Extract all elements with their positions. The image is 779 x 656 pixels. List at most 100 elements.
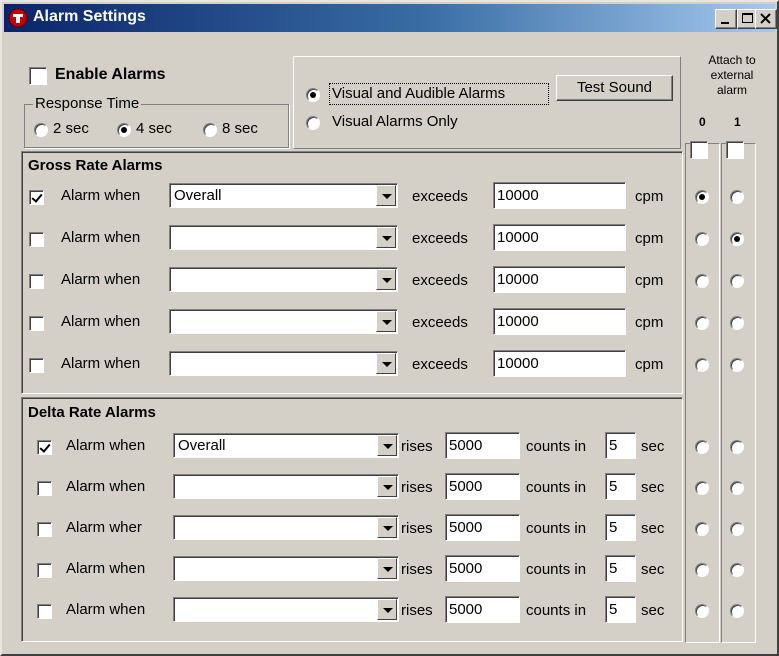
gross-external-0-radio[interactable] xyxy=(695,274,709,288)
gross-unit-label: cpm xyxy=(635,314,664,331)
gross-row-checkbox[interactable] xyxy=(29,358,44,373)
delta-external-1-radio[interactable] xyxy=(730,563,744,577)
delta-rises-label: rises xyxy=(401,520,433,537)
external-col0-label: 0 xyxy=(699,115,706,129)
external-heading-line1: Attach to xyxy=(708,53,756,67)
delta-unit-label: sec xyxy=(641,602,665,619)
delta-unit-label: sec xyxy=(641,438,665,455)
delta-external-0-radio[interactable] xyxy=(695,604,709,618)
gross-source-dropdown[interactable] xyxy=(169,309,398,334)
gross-threshold-input[interactable]: 10000 xyxy=(493,308,626,335)
gross-external-0-radio[interactable] xyxy=(695,358,709,372)
delta-external-1-radio[interactable] xyxy=(730,522,744,536)
chevron-down-icon[interactable] xyxy=(376,311,396,332)
visual-audible-radio[interactable] xyxy=(306,88,320,102)
test-sound-button[interactable]: Test Sound xyxy=(556,75,673,101)
delta-seconds-input[interactable]: 5 xyxy=(605,473,636,500)
gross-external-1-radio[interactable] xyxy=(730,274,744,288)
delta-external-0-radio[interactable] xyxy=(695,563,709,577)
gross-external-1-radio[interactable] xyxy=(730,358,744,372)
delta-seconds-input[interactable]: 5 xyxy=(605,514,636,541)
gross-row-label: Alarm when xyxy=(61,271,141,288)
gross-external-1-radio[interactable] xyxy=(730,190,744,204)
delta-external-0-radio[interactable] xyxy=(695,522,709,536)
gross-unit-label: cpm xyxy=(635,230,664,247)
delta-count-input[interactable]: 5000 xyxy=(445,596,520,623)
gross-threshold-input[interactable]: 10000 xyxy=(493,182,626,209)
gross-external-1-radio[interactable] xyxy=(730,316,744,330)
delta-external-1-radio[interactable] xyxy=(730,440,744,454)
delta-source-dropdown[interactable]: Overall xyxy=(173,433,399,458)
chevron-down-icon[interactable] xyxy=(377,435,397,456)
chevron-down-icon[interactable] xyxy=(376,269,396,290)
title-bar[interactable]: Alarm Settings xyxy=(4,4,777,32)
delta-count-input[interactable]: 5000 xyxy=(445,514,520,541)
delta-external-0-radio[interactable] xyxy=(695,440,709,454)
alarm-settings-window: Alarm Settings Enable Alarms Response Ti… xyxy=(0,0,779,656)
delta-row-checkbox[interactable] xyxy=(37,481,52,496)
delta-count-input[interactable]: 5000 xyxy=(445,555,520,582)
delta-external-1-radio[interactable] xyxy=(730,604,744,618)
delta-rises-label: rises xyxy=(401,438,433,455)
response-8sec-label: 8 sec xyxy=(222,120,258,137)
gross-external-0-radio[interactable] xyxy=(695,232,709,246)
response-4sec-radio[interactable] xyxy=(117,123,131,137)
gross-threshold-input[interactable]: 10000 xyxy=(493,266,626,293)
close-button[interactable] xyxy=(755,9,777,29)
visual-only-radio[interactable] xyxy=(306,116,320,130)
external-1-checkbox[interactable] xyxy=(726,141,744,159)
delta-seconds-input[interactable]: 5 xyxy=(605,555,636,582)
chevron-down-icon[interactable] xyxy=(377,599,397,620)
delta-source-dropdown[interactable] xyxy=(173,515,399,540)
gross-source-dropdown[interactable] xyxy=(169,225,398,250)
delta-count-input[interactable]: 5000 xyxy=(445,473,520,500)
delta-source-dropdown[interactable] xyxy=(173,474,399,499)
gross-exceeds-label: exceeds xyxy=(412,230,468,247)
delta-counts-in-label: counts in xyxy=(526,520,587,537)
delta-row-label: Alarm when xyxy=(66,601,146,618)
delta-row-checkbox[interactable] xyxy=(37,604,52,619)
delta-seconds-input[interactable]: 5 xyxy=(605,432,636,459)
response-time-legend: Response Time xyxy=(33,95,142,112)
minimize-button[interactable] xyxy=(715,9,737,29)
gross-row-checkbox[interactable] xyxy=(29,274,44,289)
delta-seconds-input[interactable]: 5 xyxy=(605,596,636,623)
external-0-checkbox[interactable] xyxy=(690,141,708,159)
delta-row-label: Alarm wher xyxy=(66,519,142,536)
delta-count-input[interactable]: 5000 xyxy=(445,432,520,459)
external-heading-line3: alarm xyxy=(716,83,747,97)
gross-unit-label: cpm xyxy=(635,356,664,373)
visual-only-label: Visual Alarms Only xyxy=(332,113,458,130)
enable-alarms-checkbox[interactable] xyxy=(29,67,47,85)
delta-source-dropdown[interactable] xyxy=(173,597,399,622)
gross-source-dropdown[interactable]: Overall xyxy=(169,183,398,208)
delta-row-checkbox[interactable] xyxy=(37,563,52,578)
delta-rises-label: rises xyxy=(401,561,433,578)
gross-external-0-radio[interactable] xyxy=(695,190,709,204)
gross-source-dropdown[interactable] xyxy=(169,267,398,292)
gross-row-checkbox[interactable] xyxy=(29,190,44,205)
delta-external-1-radio[interactable] xyxy=(730,481,744,495)
chevron-down-icon[interactable] xyxy=(377,517,397,538)
delta-source-dropdown[interactable] xyxy=(173,556,399,581)
chevron-down-icon[interactable] xyxy=(376,185,396,206)
chevron-down-icon[interactable] xyxy=(377,476,397,497)
gross-row-checkbox[interactable] xyxy=(29,316,44,331)
delta-external-0-radio[interactable] xyxy=(695,481,709,495)
delta-unit-label: sec xyxy=(641,520,665,537)
gross-row-checkbox[interactable] xyxy=(29,232,44,247)
gross-threshold-input[interactable]: 10000 xyxy=(493,224,626,251)
delta-source-value: Overall xyxy=(178,437,226,454)
response-8sec-radio[interactable] xyxy=(203,123,217,137)
delta-row-checkbox[interactable] xyxy=(37,522,52,537)
gross-external-1-radio[interactable] xyxy=(730,232,744,246)
gross-threshold-input[interactable]: 10000 xyxy=(493,350,626,377)
gross-external-0-radio[interactable] xyxy=(695,316,709,330)
response-2sec-radio[interactable] xyxy=(34,123,48,137)
gross-source-dropdown[interactable] xyxy=(169,351,398,376)
chevron-down-icon[interactable] xyxy=(376,227,396,248)
chevron-down-icon[interactable] xyxy=(376,353,396,374)
chevron-down-icon[interactable] xyxy=(377,558,397,579)
delta-row-checkbox[interactable] xyxy=(37,440,52,455)
gross-unit-label: cpm xyxy=(635,272,664,289)
